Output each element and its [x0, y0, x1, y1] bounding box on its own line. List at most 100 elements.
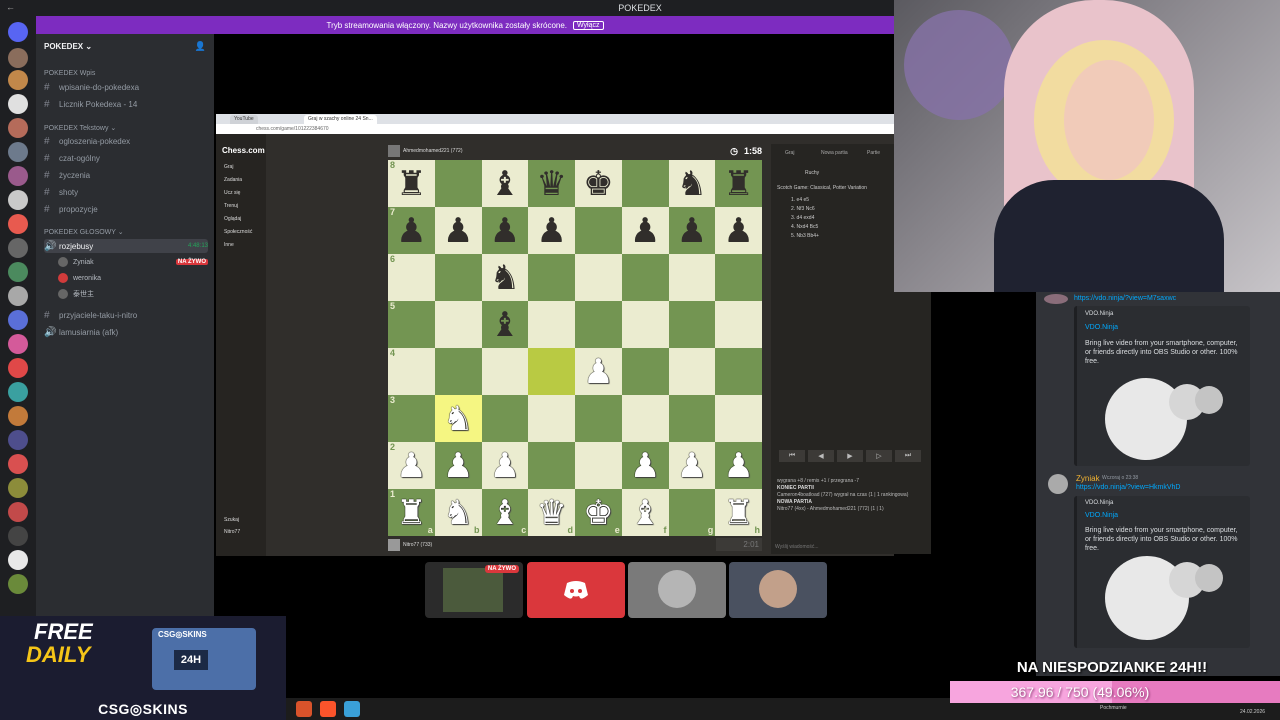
- panel-tab-new-game[interactable]: Nowa partia: [821, 150, 848, 156]
- board-square[interactable]: [528, 442, 575, 489]
- board-square[interactable]: [715, 301, 762, 348]
- board-square[interactable]: 5: [388, 301, 435, 348]
- board-square[interactable]: [575, 207, 622, 254]
- white-rook-icon[interactable]: ♜: [396, 496, 426, 530]
- board-square[interactable]: ♟: [575, 348, 622, 395]
- stream-tile[interactable]: NA ŻYWO: [425, 562, 523, 618]
- board-square[interactable]: [575, 254, 622, 301]
- tab-chess[interactable]: Graj w szachy online 24 Sn...: [304, 115, 377, 124]
- board-square[interactable]: [621, 254, 669, 301]
- board-square[interactable]: ♞ b: [434, 489, 482, 536]
- panel-tab-games[interactable]: Partie: [867, 150, 880, 156]
- chat-input[interactable]: Wyślij wiadomość...: [775, 544, 819, 550]
- server-icon[interactable]: [8, 502, 28, 522]
- voice-user[interactable]: Zyniak NA ŻYWO: [58, 256, 208, 268]
- white-bishop-icon[interactable]: ♝: [490, 496, 520, 530]
- prev-move-button[interactable]: ◀: [808, 450, 834, 462]
- app-icon[interactable]: [296, 701, 312, 717]
- server-icon[interactable]: [8, 334, 28, 354]
- channel-item[interactable]: # życzenia: [44, 168, 208, 182]
- board-square[interactable]: [621, 348, 669, 395]
- server-icon[interactable]: [8, 142, 28, 162]
- nav-play[interactable]: Graj: [224, 164, 233, 170]
- board-square[interactable]: ♟: [528, 207, 575, 254]
- server-icon[interactable]: [8, 430, 28, 450]
- black-pawn-icon[interactable]: ♟: [536, 214, 566, 248]
- black-pawn-icon[interactable]: ♟: [723, 214, 753, 248]
- channel-item[interactable]: # ogloszenia-pokedex: [44, 134, 208, 148]
- board-square[interactable]: ♟: [481, 442, 529, 489]
- black-pawn-icon[interactable]: ♟: [490, 214, 520, 248]
- embed-title[interactable]: VDO.Ninja: [1085, 324, 1118, 331]
- white-pawn-icon[interactable]: ♟: [630, 449, 660, 483]
- board-square[interactable]: [575, 442, 622, 489]
- channel-item[interactable]: # czat-ogólny: [44, 151, 208, 165]
- board-square[interactable]: [434, 348, 482, 395]
- board-square[interactable]: [575, 301, 622, 348]
- server-icon[interactable]: [8, 166, 28, 186]
- board-square[interactable]: ♟: [434, 207, 482, 254]
- voice-user[interactable]: weronika: [58, 272, 208, 284]
- moves-tab[interactable]: Ruchy: [805, 170, 819, 176]
- server-icon[interactable]: [8, 478, 28, 498]
- chess-board[interactable]: ♜ 8 ♝ ♛ ♚ ♞ ♜ ♟ 7 ♟ ♟ ♟ ♟ ♟ ♟ 6 ♞ 5 ♝ 4 ♟ 3 ♞ ♟ 2 ♟ ♟ ♟ ♟ ♟ ♜ 1 a ♞ b ♝ c ♛ d ♚…: [388, 160, 762, 536]
- board-square[interactable]: ♛: [528, 160, 575, 207]
- nav-train[interactable]: Trenuj: [224, 203, 238, 209]
- channel-item[interactable]: # przyjaciele-taku-i-nitro: [44, 308, 208, 322]
- discord-home-icon[interactable]: [8, 22, 28, 42]
- channel-item[interactable]: 🔊 lamusiarnia (afk): [44, 325, 208, 339]
- server-icon[interactable]: [8, 358, 28, 378]
- board-square[interactable]: [668, 395, 716, 442]
- brave-browser-icon[interactable]: [320, 701, 336, 717]
- black-rook-icon[interactable]: ♜: [723, 167, 753, 201]
- white-knight-icon[interactable]: ♞: [443, 496, 473, 530]
- board-square[interactable]: ♟ 7: [388, 207, 435, 254]
- panel-tab-play[interactable]: Graj: [785, 150, 794, 156]
- nav-more[interactable]: Inne: [224, 242, 234, 248]
- voice-channel-rozjebusy[interactable]: 🔊 rozjebusy 4:48:13: [44, 239, 208, 253]
- category-header[interactable]: POKEDEX GŁOSOWY ⌄: [44, 228, 124, 236]
- server-icon[interactable]: [8, 94, 28, 114]
- board-square[interactable]: ♞: [434, 395, 482, 442]
- white-pawn-icon[interactable]: ♟: [396, 449, 426, 483]
- board-square[interactable]: [715, 348, 762, 395]
- bottom-player-name[interactable]: Nitro77 (733): [403, 542, 432, 548]
- server-icon[interactable]: [8, 286, 28, 306]
- black-bishop-icon[interactable]: ♝: [490, 308, 520, 342]
- board-square[interactable]: ♟: [481, 207, 529, 254]
- move-row[interactable]: 4. Nxd4 Bc5: [791, 223, 819, 232]
- server-icon[interactable]: [8, 262, 28, 282]
- white-pawn-icon[interactable]: ♟: [443, 449, 473, 483]
- board-square[interactable]: ♝ f: [621, 489, 669, 536]
- message-link[interactable]: https://vdo.ninja/?view=M7saxwc: [1074, 295, 1176, 302]
- next-move-button[interactable]: ▶: [837, 450, 863, 462]
- embed-title[interactable]: VDO.Ninja: [1085, 512, 1118, 519]
- server-icon[interactable]: [8, 214, 28, 234]
- board-square[interactable]: [528, 348, 575, 395]
- category-header[interactable]: POKEDEX Tekstowy ⌄: [44, 124, 116, 132]
- message-author[interactable]: Zyniak: [1076, 474, 1100, 483]
- board-square[interactable]: ♚ e: [575, 489, 622, 536]
- move-row[interactable]: 5. Nb3 Bb4+: [791, 232, 819, 241]
- board-square[interactable]: [575, 395, 622, 442]
- board-square[interactable]: [715, 395, 762, 442]
- board-square[interactable]: [528, 395, 575, 442]
- board-square[interactable]: [528, 254, 575, 301]
- white-king-icon[interactable]: ♚: [583, 496, 613, 530]
- board-square[interactable]: ♛ d: [528, 489, 575, 536]
- black-pawn-icon[interactable]: ♟: [630, 214, 660, 248]
- top-player-name[interactable]: Ahmedmohamed221 (772): [403, 148, 462, 154]
- participant-tile[interactable]: [628, 562, 726, 618]
- guild-name[interactable]: POKEDEX ⌄: [44, 42, 92, 51]
- notepad-icon[interactable]: [344, 701, 360, 717]
- board-square[interactable]: [434, 301, 482, 348]
- white-pawn-icon[interactable]: ♟: [723, 449, 753, 483]
- board-square[interactable]: [528, 301, 575, 348]
- white-queen-icon[interactable]: ♛: [536, 496, 566, 530]
- board-square[interactable]: ♜ 8: [388, 160, 435, 207]
- weather-text[interactable]: Pochmurnie: [1100, 705, 1127, 711]
- board-square[interactable]: ♝ c: [481, 489, 529, 536]
- search-link[interactable]: Szukaj: [224, 517, 239, 523]
- board-square[interactable]: ♞: [668, 160, 716, 207]
- black-queen-icon[interactable]: ♛: [536, 167, 566, 201]
